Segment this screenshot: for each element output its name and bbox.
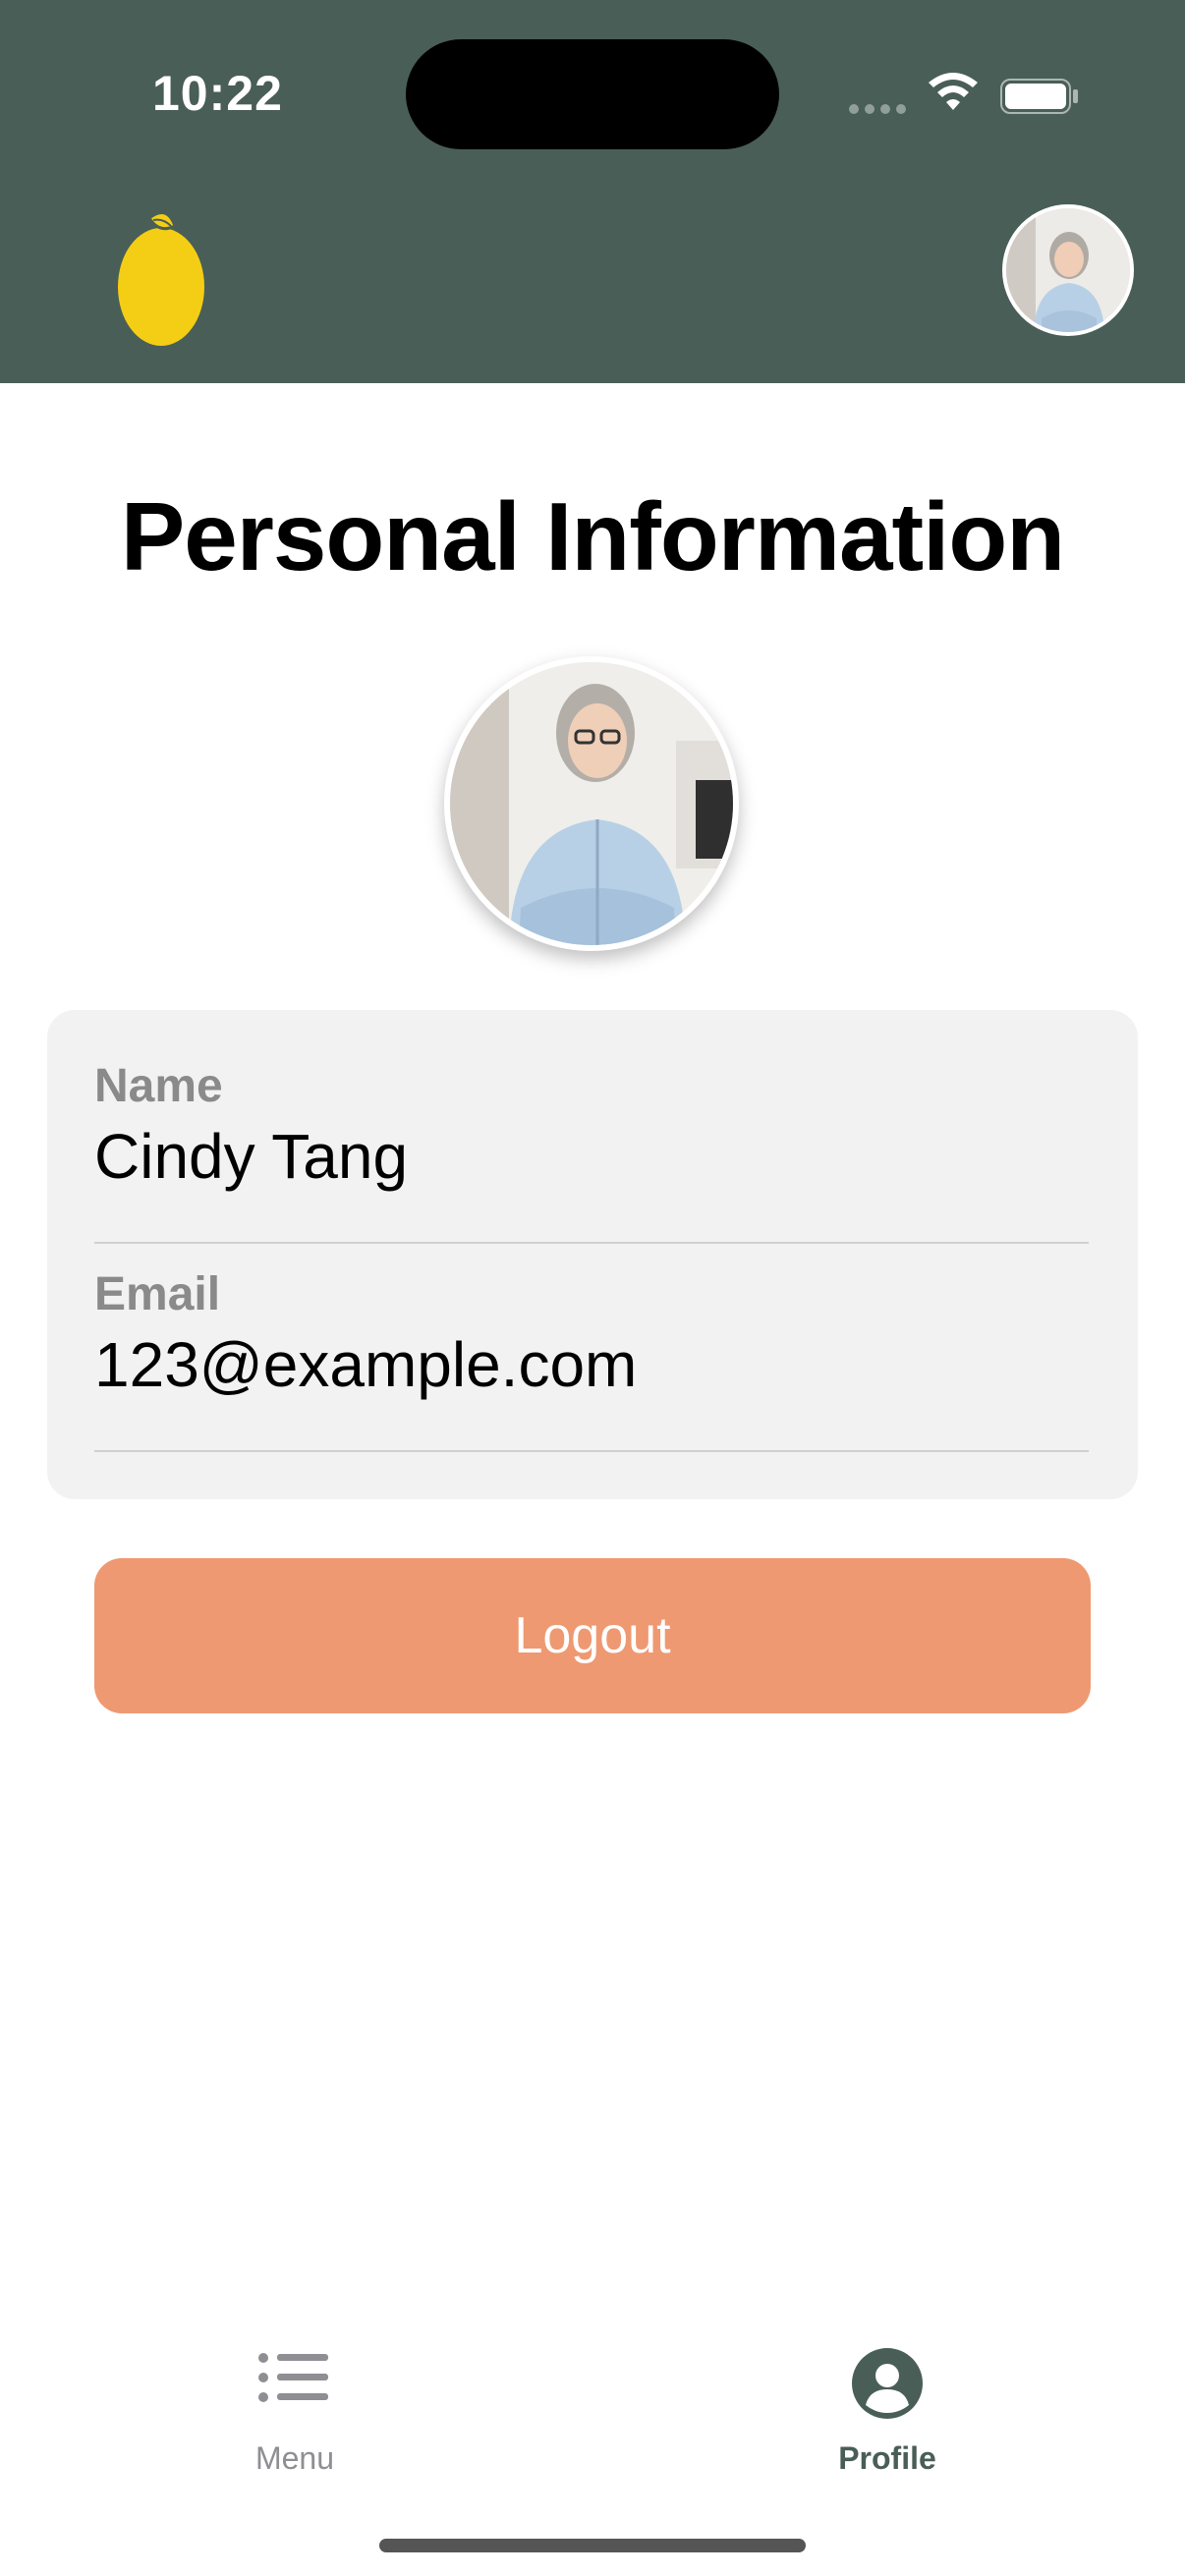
header-avatar[interactable]	[1002, 204, 1134, 336]
email-divider	[94, 1450, 1089, 1452]
name-field[interactable]: Cindy Tang	[94, 1120, 408, 1193]
user-avatar	[1006, 208, 1130, 332]
battery-icon	[1000, 79, 1078, 114]
profile-photo	[444, 656, 739, 951]
logout-button[interactable]: Logout	[94, 1558, 1091, 1713]
dynamic-island	[406, 39, 779, 149]
lemon-logo-icon	[118, 211, 204, 346]
tab-profile-label: Profile	[838, 2440, 936, 2476]
wifi-icon	[929, 73, 978, 110]
cellular-signal-icon	[849, 104, 908, 116]
email-label: Email	[94, 1268, 221, 1320]
user-avatar	[450, 662, 733, 945]
person-circle-icon	[852, 2348, 923, 2419]
email-field[interactable]: 123@example.com	[94, 1328, 637, 1401]
personal-info-card: Name Cindy Tang Email 123@example.com	[47, 1010, 1138, 1499]
tab-menu[interactable]: Menu	[187, 2348, 403, 2486]
name-label: Name	[94, 1060, 223, 1112]
name-divider	[94, 1242, 1089, 1244]
top-header: 10:22	[0, 0, 1185, 383]
list-icon	[258, 2353, 328, 2402]
tab-profile[interactable]: Profile	[779, 2348, 995, 2486]
home-indicator	[379, 2539, 806, 2552]
tab-menu-label: Menu	[254, 2440, 335, 2476]
status-time: 10:22	[152, 66, 283, 121]
page-title: Personal Information	[120, 482, 1065, 590]
